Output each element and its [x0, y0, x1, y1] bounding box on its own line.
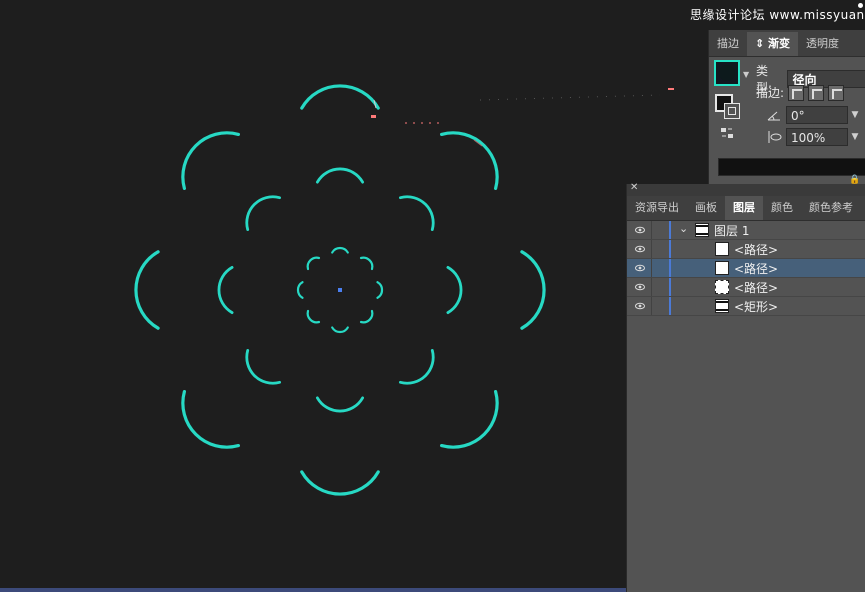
status-strip — [0, 588, 626, 592]
panel-header: ✕ — [627, 182, 865, 196]
layer-color-bar — [669, 240, 671, 258]
petal-arc — [359, 309, 374, 324]
petal-arc — [399, 195, 435, 231]
close-icon[interactable]: ✕ — [630, 182, 638, 193]
layer-color-bar — [669, 278, 671, 296]
stroke-label: 描边: — [756, 86, 785, 100]
petal-arc — [181, 131, 240, 190]
stroke-within-button[interactable] — [788, 84, 805, 101]
layer-name: <路径> — [734, 243, 779, 257]
layer-name: 图层 1 — [714, 224, 750, 238]
layer-row[interactable]: <矩形> — [627, 297, 865, 316]
tab-artboards[interactable]: 画板 — [687, 196, 725, 220]
angle-input[interactable]: 0° — [786, 106, 848, 124]
tab-transparency[interactable]: 透明度 — [798, 32, 847, 56]
stroke-row: 描边: — [756, 84, 848, 101]
layer-color-bar — [669, 259, 671, 277]
petal-arc — [316, 396, 364, 413]
tab-gradient[interactable]: ⇕ 渐变 — [747, 32, 799, 56]
layer-thumbnail — [695, 223, 709, 237]
layers-panel: ✕ 资源导出 画板 图层 颜色 颜色参考 ⌄ 图层 1 <路径> <路径> <路… — [626, 182, 865, 592]
petal-arc — [217, 266, 234, 314]
petal-arc — [300, 470, 380, 496]
layer-color-bar — [669, 221, 671, 239]
eye-icon[interactable] — [635, 282, 645, 292]
eye-icon[interactable] — [635, 244, 645, 254]
petal-arc — [440, 390, 499, 449]
aspect-ratio-input[interactable]: 100% — [786, 128, 848, 146]
petal-arc — [376, 281, 384, 299]
stroke-across-button[interactable] — [828, 84, 845, 101]
petal-arc — [399, 349, 435, 385]
petal-arc — [316, 167, 364, 184]
petal-arc — [446, 266, 463, 314]
petal-arc — [331, 326, 349, 334]
petal-arc — [306, 309, 321, 324]
layer-thumbnail — [715, 261, 729, 275]
tab-layers[interactable]: 图层 — [725, 196, 763, 220]
gradient-fill-swatch[interactable] — [714, 60, 740, 86]
layer-row[interactable]: ⌄ 图层 1 — [627, 221, 865, 240]
chevron-down-icon[interactable]: ▼ — [848, 128, 862, 146]
petal-arc — [300, 84, 380, 110]
petal-arc — [440, 131, 499, 190]
layer-name: <路径> — [734, 281, 779, 295]
eye-icon[interactable] — [635, 301, 645, 311]
layer-name: <矩形> — [734, 300, 779, 314]
petal-arc — [296, 281, 304, 299]
anchor-handle — [668, 88, 674, 90]
center-point — [338, 288, 342, 292]
layers-panel-tabs: 资源导出 画板 图层 颜色 颜色参考 — [627, 196, 865, 221]
eye-icon[interactable] — [635, 263, 645, 273]
petal-arc — [245, 195, 281, 231]
petal-arc — [245, 349, 281, 385]
petal-arc — [306, 256, 321, 271]
layer-row[interactable]: <路径> — [627, 259, 865, 278]
anchor-handle — [371, 115, 376, 118]
handle-line — [479, 94, 661, 101]
petal-arc — [134, 250, 160, 330]
watermark-dot — [858, 3, 863, 8]
reverse-gradient-icon[interactable] — [719, 126, 735, 140]
petal-arc — [520, 250, 546, 330]
gradient-panel: 描边 ⇕ 渐变 透明度 ▼ 类型: 径向 描边: 0° ▼ 100% ▼ 🔒 — [708, 30, 865, 185]
gradient-slider[interactable] — [718, 158, 865, 176]
eye-icon[interactable] — [635, 225, 645, 235]
chevron-down-icon[interactable]: ⌄ — [679, 222, 688, 235]
watermark: 思缘设计论坛 www.missyuan.com — [690, 8, 865, 22]
layer-thumbnail — [715, 242, 729, 256]
angle-row: 0° ▼ — [766, 106, 862, 124]
gradient-preview — [719, 65, 735, 81]
gradient-panel-tabs: 描边 ⇕ 渐变 透明度 — [709, 30, 865, 57]
tab-asset-export[interactable]: 资源导出 — [627, 196, 687, 220]
tab-color[interactable]: 颜色 — [763, 196, 801, 220]
aspect-ratio-icon — [768, 131, 782, 143]
angle-icon — [767, 111, 780, 121]
layer-name: <路径> — [734, 262, 779, 276]
tab-stroke[interactable]: 描边 — [709, 32, 747, 56]
chevron-down-icon[interactable]: ▼ — [848, 106, 862, 124]
layer-color-bar — [669, 297, 671, 315]
layer-thumbnail — [715, 280, 729, 294]
layer-row[interactable]: <路径> — [627, 240, 865, 259]
layer-row[interactable]: <路径> — [627, 278, 865, 297]
stroke-along-button[interactable] — [808, 84, 825, 101]
fill-stroke-swatch[interactable] — [715, 94, 740, 119]
petal-arc — [359, 256, 374, 271]
layer-thumbnail — [715, 299, 729, 313]
aspect-row: 100% ▼ — [766, 128, 862, 146]
caret-down-icon[interactable]: ▼ — [743, 70, 749, 79]
petal-arc — [181, 390, 240, 449]
stroke-box-icon — [724, 103, 740, 119]
tab-color-guide[interactable]: 颜色参考 — [801, 196, 861, 220]
petal-arc — [331, 246, 349, 254]
